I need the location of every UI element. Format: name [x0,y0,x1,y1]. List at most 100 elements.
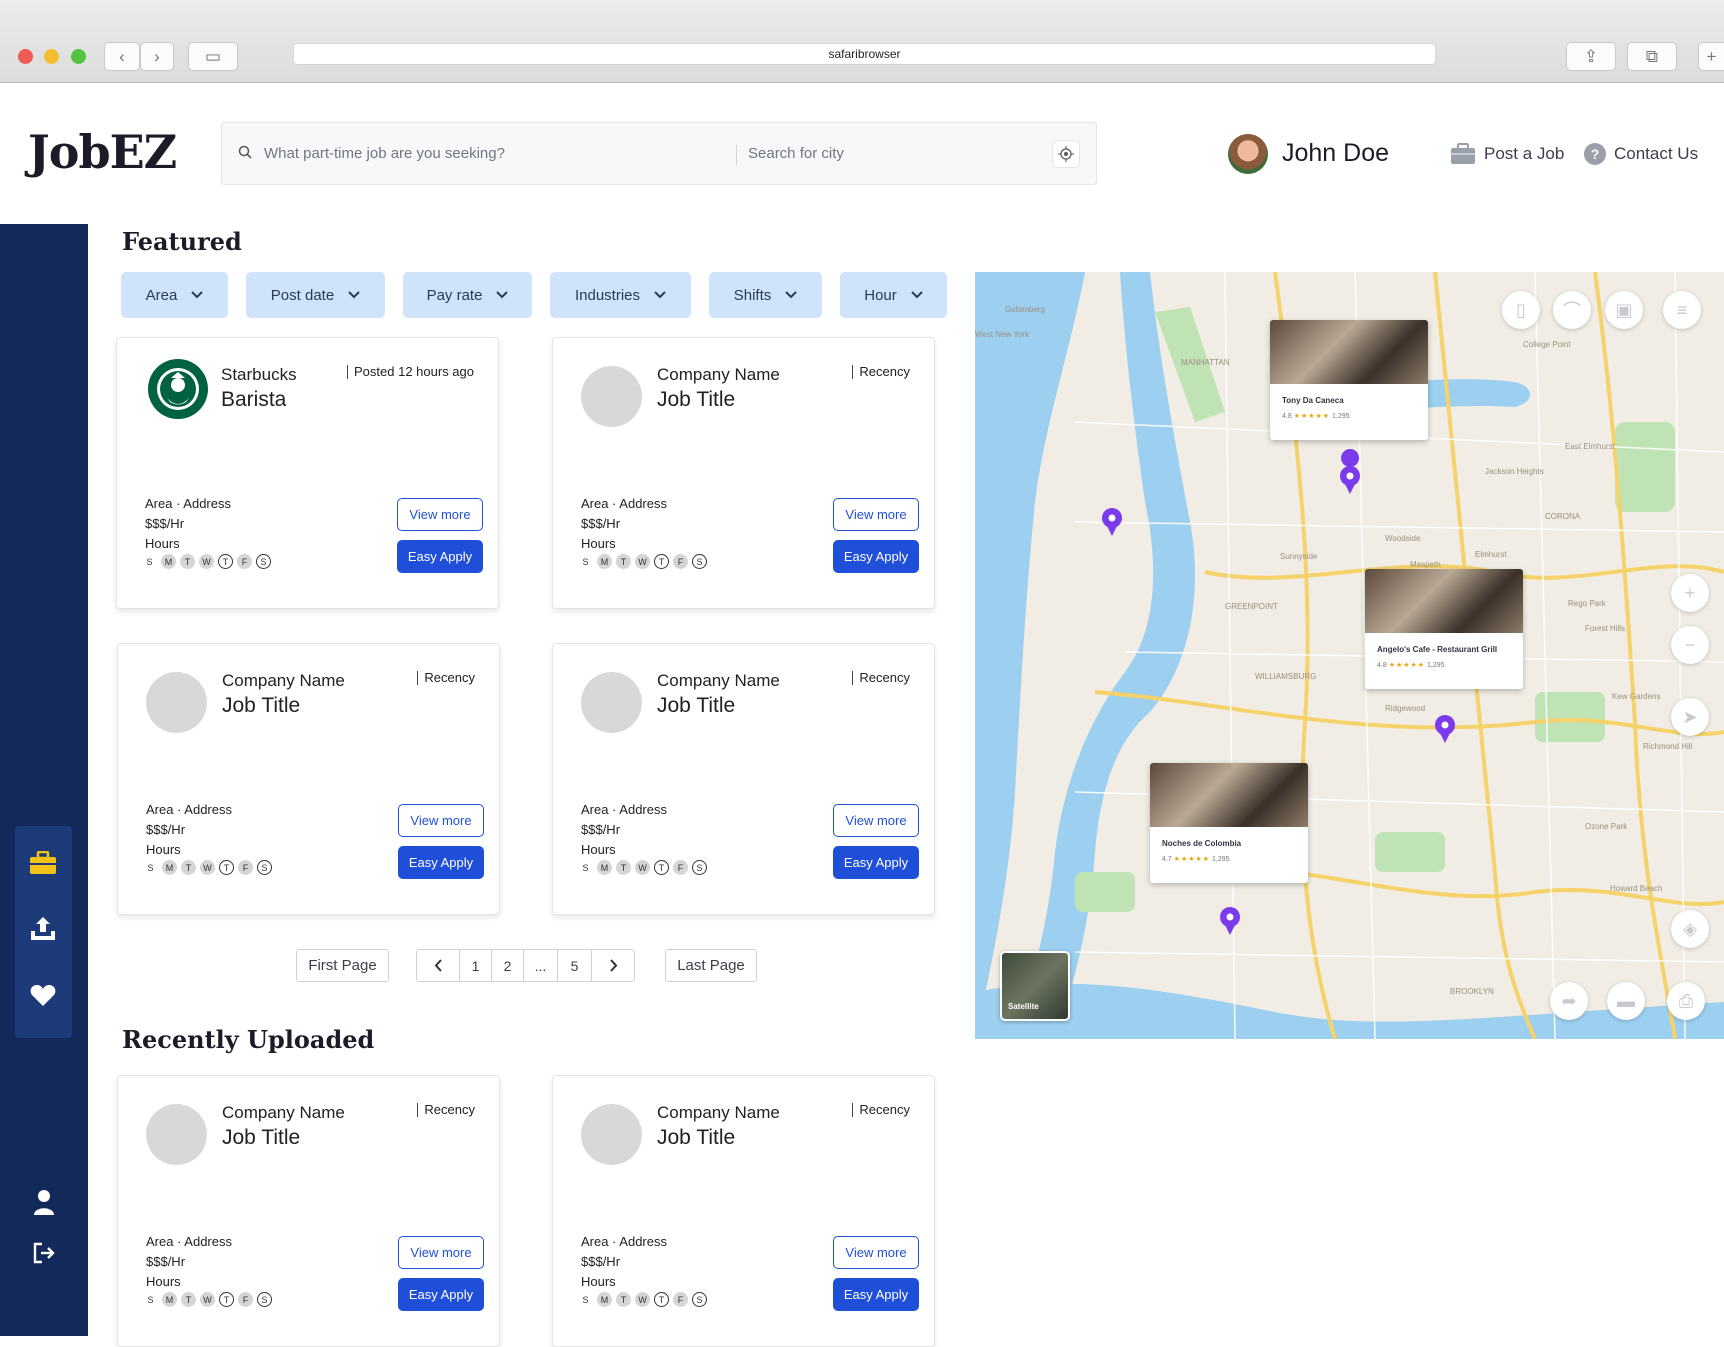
comment-icon[interactable]: ▬ [1607,982,1645,1020]
weekdays: SMTWTFS [143,860,272,875]
transit-icon[interactable]: ▣ [1605,291,1643,329]
weekday-indicator: S [692,554,707,569]
place-card[interactable]: Angelo's Cafe - Restaurant Grill 4.8 ★★★… [1365,569,1523,689]
map-label: Maspeth [1410,560,1441,569]
profile-icon[interactable] [27,1185,61,1219]
filter-label: Pay rate [426,286,483,304]
place-card[interactable]: Tony Da Caneca 4.8 ★★★★★ 1,295 [1270,320,1428,440]
weekday-indicator: S [147,1294,154,1305]
share-icon[interactable]: ⇪ [1566,42,1616,71]
recency: Recency [417,671,475,685]
heart-icon[interactable] [26,978,60,1012]
easy-apply-button[interactable]: Easy Apply [398,1278,484,1311]
job-title: Barista [221,388,287,411]
minimize-window-icon[interactable] [44,49,59,64]
post-job-link[interactable]: Post a Job [1450,143,1564,165]
weekday-indicator: W [200,1292,215,1307]
chevron-down-icon [496,291,509,299]
view-more-button[interactable]: View more [833,498,919,531]
zoom-in-icon[interactable]: + [1671,574,1709,612]
view-more-button[interactable]: View more [397,498,483,531]
place-card[interactable]: Noches de Colombia 4.7 ★★★★★ 1,295 [1150,763,1308,883]
filter-area[interactable]: Area [121,272,228,318]
close-window-icon[interactable] [18,49,33,64]
place-rating: 4.8 ★★★★★ 1,295 [1377,661,1523,669]
prev-page-icon[interactable] [417,950,460,981]
jobs-map[interactable]: Guttenberg West New York MANHATTAN Jacks… [975,272,1724,1039]
map-label: East Elmhurst [1565,442,1615,451]
address: Area · Address [146,1234,232,1249]
share-route-icon[interactable]: ➦ [1550,982,1588,1020]
job-card[interactable]: Company Name Job Title Recency Area · Ad… [117,1075,500,1347]
navigate-icon[interactable]: ➤ [1671,698,1709,736]
contact-us-link[interactable]: ? Contact Us [1584,143,1698,165]
page-button[interactable]: 1 [460,950,492,981]
next-page-icon[interactable] [592,950,634,981]
map-label: Rego Park [1568,599,1606,608]
sidebar-toggle-icon[interactable]: ▭ [188,42,238,71]
easy-apply-button[interactable]: Easy Apply [397,540,483,573]
tabs-icon[interactable]: ⧉ [1627,42,1677,71]
last-page-button[interactable]: Last Page [665,949,757,982]
filter-industries[interactable]: Industries [550,272,691,318]
page-button[interactable]: 2 [492,950,524,981]
bike-icon[interactable]: ⌒ [1553,291,1591,329]
weekdays: SMTWTFS [578,554,707,569]
forward-icon[interactable]: › [140,42,174,71]
first-page-button[interactable]: First Page [296,949,389,982]
chevron-down-icon [191,291,204,299]
jobs-briefcase-icon[interactable] [26,846,60,880]
easy-apply-button[interactable]: Easy Apply [833,846,919,879]
weekday-indicator: F [238,860,253,875]
job-card[interactable]: Company Name Job Title Recency Area · Ad… [552,643,935,915]
filter-hour[interactable]: Hour [840,272,947,318]
job-card[interactable]: Company Name Job Title Recency Area · Ad… [117,643,500,915]
job-search-input[interactable]: What part-time job are you seeking? [264,145,505,162]
view-more-button[interactable]: View more [833,804,919,837]
satellite-toggle[interactable]: Satellite [1000,951,1070,1021]
address-bar[interactable]: safaribrowser [293,43,1436,65]
zoom-out-icon[interactable]: − [1671,626,1709,664]
back-icon[interactable]: ‹ [104,42,140,71]
weekday-indicator: S [582,556,589,567]
weekday-indicator: W [635,860,650,875]
weekday-indicator: T [616,1292,631,1307]
filter-post-date[interactable]: Post date [246,272,385,318]
new-tab-icon[interactable]: + [1698,42,1724,71]
avatar[interactable] [1228,134,1268,174]
view-more-button[interactable]: View more [398,1236,484,1269]
easy-apply-button[interactable]: Easy Apply [398,846,484,879]
weekday-indicator: T [181,1292,196,1307]
map-label: Jackson Heights [1485,467,1544,476]
upload-icon[interactable] [26,912,60,946]
company-logo-placeholder [581,366,642,427]
filter-pay-rate[interactable]: Pay rate [403,272,532,318]
job-details: Area · Address $$$/Hr Hours [146,1232,232,1292]
city-search-input[interactable]: Search for city [748,145,844,162]
weekday-indicator: S [692,860,707,875]
job-card[interactable]: Starbucks Barista Posted 12 hours ago Ar… [116,337,499,609]
maximize-window-icon[interactable] [71,49,86,64]
page-button[interactable]: 5 [558,950,592,981]
location-icon[interactable] [1052,140,1080,168]
traffic-icon[interactable]: ▯ [1502,291,1540,329]
job-card[interactable]: Company Name Job Title Recency Area · Ad… [552,1075,935,1347]
filter-shifts[interactable]: Shifts [709,272,822,318]
review-count: 1,295 [1332,413,1350,420]
user-name[interactable]: John Doe [1282,139,1389,168]
easy-apply-button[interactable]: Easy Apply [833,540,919,573]
view-more-button[interactable]: View more [398,804,484,837]
logout-icon[interactable] [27,1236,61,1270]
menu-icon[interactable]: ≡ [1663,291,1701,329]
post-job-label: Post a Job [1484,144,1565,163]
review-count: 1,295 [1212,856,1230,863]
easy-apply-button[interactable]: Easy Apply [833,1278,919,1311]
print-icon[interactable]: ⎙ [1667,982,1705,1020]
layers-icon[interactable]: ◈ [1671,910,1709,948]
weekday-indicator: T [219,860,234,875]
weekday-indicator: T [654,860,669,875]
view-more-button[interactable]: View more [833,1236,919,1269]
job-card[interactable]: Company Name Job Title Recency Area · Ad… [552,337,935,609]
chevron-down-icon [785,291,797,299]
logo[interactable]: JobEZ [28,125,177,179]
